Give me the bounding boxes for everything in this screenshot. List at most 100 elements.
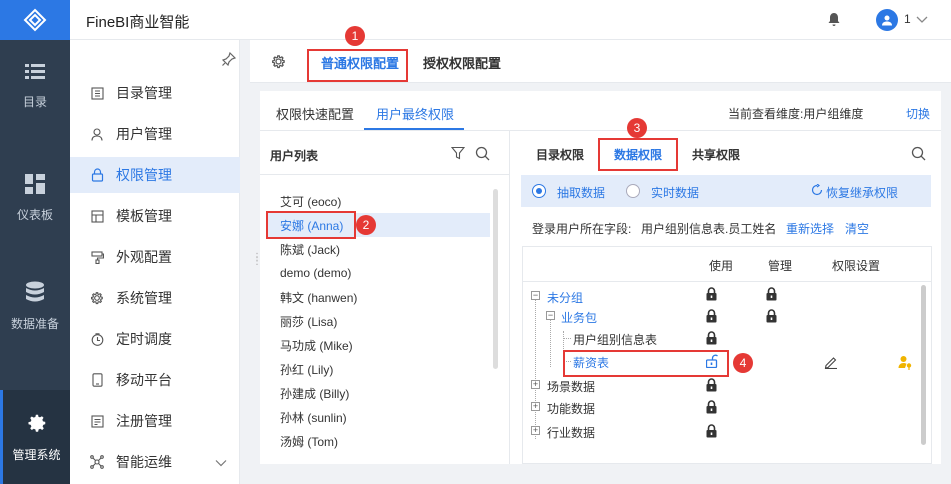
divider <box>260 174 510 175</box>
list-item[interactable]: 艾可 (eoco) <box>268 189 490 213</box>
chevron-down-icon[interactable] <box>215 454 227 470</box>
sidebar-item-label: 注册管理 <box>116 413 172 429</box>
lock-icon[interactable] <box>706 424 717 441</box>
tree-node[interactable]: 未分组 <box>547 289 583 306</box>
avatar[interactable] <box>876 9 898 31</box>
list-item[interactable]: 孙红 (Lily) <box>268 357 490 381</box>
radio-extract-label[interactable]: 抽取数据 <box>557 184 605 201</box>
sidebar-item-label: 用户管理 <box>116 126 172 142</box>
list-item[interactable]: 陈斌 (Jack) <box>268 237 490 261</box>
expand-icon[interactable]: + <box>531 402 540 411</box>
sidebar-item-registration[interactable]: 注册管理 <box>70 403 240 439</box>
lock-icon[interactable] <box>766 287 777 304</box>
sidebar-item-label: 目录管理 <box>116 85 172 101</box>
sub-tabs: 权限快速配置 用户最终权限 当前查看维度:用户组维度 切换 <box>260 91 941 131</box>
tree-node[interactable]: 用户组别信息表 <box>573 331 657 348</box>
chevron-down-icon[interactable] <box>916 12 928 27</box>
app-logo-icon[interactable] <box>0 0 70 40</box>
list-item[interactable]: 汤姆 (Tom) <box>268 429 490 453</box>
lock-icon[interactable] <box>706 309 717 326</box>
sidebar-item-label: 外观配置 <box>116 249 172 265</box>
tree-node[interactable]: 行业数据 <box>547 424 595 441</box>
search-icon[interactable] <box>475 146 490 164</box>
collapse-icon[interactable]: − <box>546 311 555 320</box>
permission-table: 使用 管理 权限设置 − 未分组 − 业务包 用户组别信息表 薪资表 + 场景数… <box>522 246 932 464</box>
sidebar-item-label: 定时调度 <box>116 331 172 347</box>
sidebar-item-catalog-mgmt[interactable]: 目录管理 <box>70 75 240 111</box>
sidebar-item-user-mgmt[interactable]: 用户管理 <box>70 116 240 152</box>
clear-link[interactable]: 清空 <box>845 220 869 237</box>
search-icon[interactable] <box>911 146 926 164</box>
tab-catalog-permission[interactable]: 目录权限 <box>536 146 584 163</box>
tab-grant-permission[interactable]: 授权权限配置 <box>423 53 501 72</box>
list-item[interactable]: 丽莎 (Lisa) <box>268 309 490 333</box>
tab-final-permission[interactable]: 用户最终权限 <box>376 104 454 123</box>
sidebar-item-mobile[interactable]: 移动平台 <box>70 362 240 398</box>
rail-label: 仪表板 <box>16 207 53 222</box>
data-mode-bar: 抽取数据 实时数据 恢复继承权限 <box>521 175 931 207</box>
column-header-manage: 管理 <box>768 259 793 273</box>
list-item[interactable]: demo (demo) <box>268 261 490 285</box>
rail-item-admin[interactable]: 管理系统 <box>0 390 70 484</box>
tree-node[interactable]: 业务包 <box>561 309 597 326</box>
tree-node[interactable]: 功能数据 <box>547 400 595 417</box>
top-bar: FineBI商业智能 1 <box>70 0 951 40</box>
switch-dimension-link[interactable]: 切换 <box>906 105 930 122</box>
registration-icon <box>90 414 104 428</box>
login-field-label: 登录用户所在字段: <box>532 222 632 236</box>
list-item[interactable]: 马功成 (Mike) <box>268 333 490 357</box>
expand-icon[interactable]: + <box>531 426 540 435</box>
list-item[interactable]: 孙建成 (Billy) <box>268 381 490 405</box>
edit-icon[interactable] <box>824 355 838 372</box>
user-name[interactable]: 1 <box>904 12 911 26</box>
list-item[interactable]: 韩文 (hanwen) <box>268 285 490 309</box>
expand-icon[interactable]: + <box>531 380 540 389</box>
sidebar-item-ops[interactable]: 智能运维 <box>70 444 240 480</box>
tab-quick-config[interactable]: 权限快速配置 <box>276 104 354 123</box>
admin-sidebar: 目录管理 用户管理 权限管理 模板管理 外观配置 系统管理 定时调度 移动平台 … <box>70 40 240 484</box>
bell-icon[interactable] <box>827 12 841 30</box>
template-icon <box>90 209 104 223</box>
rail-item-dashboard[interactable]: 仪表板 <box>0 156 70 240</box>
rail-item-data-prep[interactable]: 数据准备 <box>0 264 70 348</box>
lock-icon[interactable] <box>706 331 717 348</box>
sidebar-item-system-mgmt[interactable]: 系统管理 <box>70 280 240 316</box>
lock-icon[interactable] <box>766 309 777 326</box>
lock-icon[interactable] <box>706 400 717 417</box>
lock-icon[interactable] <box>706 378 717 395</box>
sidebar-item-template-mgmt[interactable]: 模板管理 <box>70 198 240 234</box>
radio-realtime[interactable] <box>626 184 640 198</box>
collapse-icon[interactable]: − <box>531 291 540 300</box>
highlight-box <box>307 49 408 82</box>
settings-icon[interactable] <box>271 54 286 72</box>
main-header: 普通权限配置 授权权限配置 1 <box>250 26 951 83</box>
sidebar-item-appearance[interactable]: 外观配置 <box>70 239 240 275</box>
scrollbar[interactable] <box>921 285 926 445</box>
tree-node[interactable]: 场景数据 <box>547 378 595 395</box>
radio-extract[interactable] <box>532 184 546 198</box>
reselect-link[interactable]: 重新选择 <box>786 220 834 237</box>
refresh-icon[interactable] <box>811 183 823 199</box>
user-icon <box>90 127 104 141</box>
lock-icon[interactable] <box>706 287 717 304</box>
user-key-icon[interactable] <box>898 355 913 373</box>
active-tab-indicator <box>364 128 464 130</box>
scrollbar[interactable] <box>493 189 498 369</box>
column-header-use: 使用 <box>709 259 734 273</box>
sidebar-item-schedule[interactable]: 定时调度 <box>70 321 240 357</box>
radio-realtime-label[interactable]: 实时数据 <box>651 184 699 201</box>
user-list-panel: 用户列表 艾可 (eoco) 安娜 (Anna) 陈斌 (Jack) demo … <box>260 131 510 464</box>
app-title: FineBI商业智能 <box>86 14 190 31</box>
sidebar-item-label: 移动平台 <box>116 372 172 388</box>
rail-label: 数据准备 <box>10 316 59 331</box>
highlight-box <box>266 211 356 239</box>
tab-share-permission[interactable]: 共享权限 <box>692 146 740 163</box>
user-list-title: 用户列表 <box>270 149 319 163</box>
sidebar-item-label: 权限管理 <box>116 167 172 183</box>
list-item[interactable]: 孙林 (sunlin) <box>268 405 490 429</box>
restore-inherit-button[interactable]: 恢复继承权限 <box>826 184 898 201</box>
sidebar-item-permission-mgmt[interactable]: 权限管理 <box>70 157 240 193</box>
rail-item-catalog[interactable]: 目录 <box>0 44 70 128</box>
filter-icon[interactable] <box>450 146 466 163</box>
pin-icon[interactable] <box>221 51 237 69</box>
